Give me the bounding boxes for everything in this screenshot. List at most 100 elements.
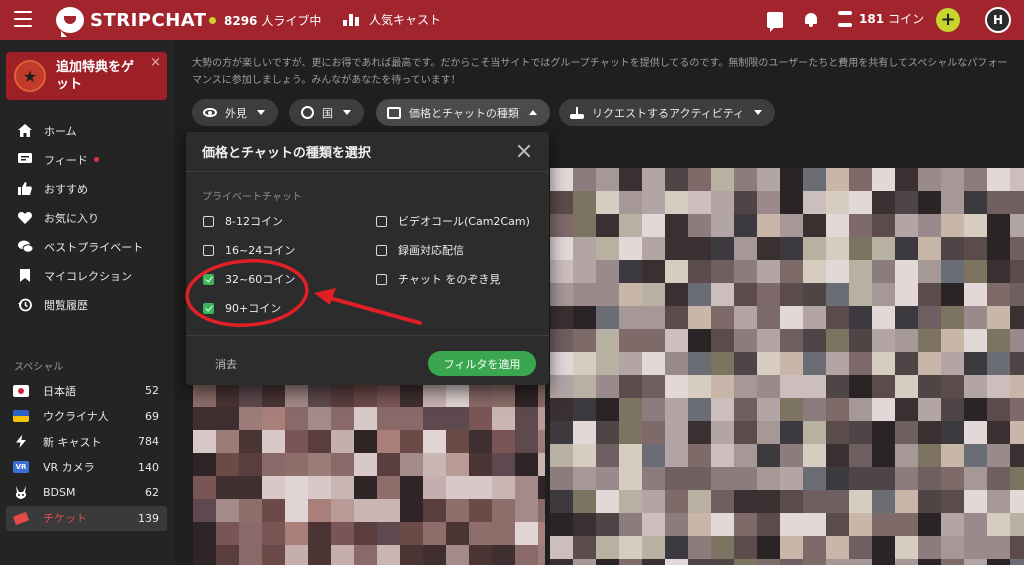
sidebar-item-label: お気に入り: [44, 211, 99, 225]
filter-label: 外見: [225, 106, 247, 120]
new-indicator-icon: [93, 157, 99, 162]
apply-filter-button[interactable]: フィルタを適用: [428, 351, 536, 376]
sidebar-item-label: 日本語: [43, 384, 76, 398]
menu-icon[interactable]: [14, 11, 32, 27]
ticket-icon: [12, 511, 30, 525]
logo-text: STRIPCHAT: [90, 9, 207, 31]
coin-label: コイン: [888, 12, 925, 26]
checkbox[interactable]: [203, 215, 214, 227]
filter-requested-activity[interactable]: リクエストするアクティビティ: [559, 99, 776, 126]
checkbox[interactable]: [376, 273, 387, 285]
bunny-icon: [13, 486, 29, 500]
coin-count: 181: [859, 11, 885, 26]
thumbs-up-icon: [17, 182, 33, 196]
add-coins-button[interactable]: +: [936, 8, 960, 32]
lightning-icon: [13, 435, 29, 449]
chevron-down-icon: [754, 110, 763, 115]
sidebar-item-tickets[interactable]: チケット 139: [6, 505, 167, 531]
filter-appearance[interactable]: 外見: [192, 99, 278, 126]
japan-flag-icon: [13, 384, 29, 397]
history-icon: [17, 298, 33, 312]
special-list: 日本語 52 ウクライナ人 69 新 キャスト 784 VR VR カメラ 14…: [6, 378, 167, 531]
globe-icon: [300, 106, 314, 120]
bell-icon[interactable]: [803, 12, 819, 28]
coins-icon: [838, 10, 852, 27]
coin-balance[interactable]: 181 コイン: [838, 10, 924, 27]
panel-title: 価格とチャットの種類を選択: [186, 132, 549, 172]
popular-casts-link[interactable]: 人気キャスト: [343, 11, 441, 28]
option-label: 90+コイン: [225, 302, 282, 315]
sidebar: ★ 追加特典をゲット × ホーム フィード おすすめ お気に入り ベストプライベ…: [0, 40, 175, 565]
sidebar-item-label: マイコレクション: [44, 269, 132, 283]
sidebar-item-bdsm[interactable]: BDSM 62: [6, 480, 167, 506]
option-label: 16~24コイン: [225, 244, 296, 257]
sidebar-item-count: 69: [145, 409, 159, 423]
clear-button[interactable]: 消去: [215, 356, 237, 372]
option-recordable-stream[interactable]: 録画対応配信: [376, 242, 464, 258]
checkbox[interactable]: [203, 244, 214, 256]
vr-icon: VR: [13, 461, 29, 474]
sidebar-item-history[interactable]: 閲覧履歴: [0, 290, 175, 319]
avatar[interactable]: H: [985, 7, 1011, 33]
checkbox[interactable]: [376, 215, 387, 227]
feed-icon: [17, 153, 33, 167]
sidebar-item-count: 784: [138, 435, 159, 449]
sidebar-item-label: チケット: [43, 512, 87, 526]
option-label: ビデオコール(Cam2Cam): [398, 215, 530, 228]
sidebar-item-vr-camera[interactable]: VR VR カメラ 140: [6, 455, 167, 481]
price-chat-type-panel: 価格とチャットの種類を選択 プライベートチャット 8-12コイン 16~24コイ…: [186, 132, 549, 385]
live-count[interactable]: 8296 人ライブ中: [209, 12, 321, 29]
sidebar-item-label: 新 キャスト: [43, 435, 102, 449]
heart-icon: [17, 211, 33, 225]
filter-country[interactable]: 国: [289, 99, 364, 126]
private-chat-group-label: プライベートチャット: [202, 192, 302, 203]
panel-footer: 消去 フィルタを適用: [186, 335, 549, 385]
chevron-down-icon: [257, 110, 265, 115]
checkbox-checked[interactable]: [203, 273, 214, 285]
promo-banner[interactable]: ★ 追加特典をゲット ×: [6, 52, 167, 100]
promo-text: 追加特典をゲット: [56, 60, 135, 92]
option-spy-chat[interactable]: チャット をのぞき見: [376, 271, 500, 287]
sidebar-item-recommended[interactable]: おすすめ: [0, 174, 175, 203]
sidebar-item-favorites[interactable]: お気に入り: [0, 203, 175, 232]
sidebar-item-label: 閲覧履歴: [44, 298, 88, 312]
option-label: チャット をのぞき見: [398, 273, 501, 286]
sidebar-item-japanese[interactable]: 日本語 52: [6, 378, 167, 404]
filter-label: 価格とチャットの種類: [409, 106, 519, 120]
sidebar-item-best-private[interactable]: ベストプライベート: [0, 232, 175, 261]
sidebar-item-label: ベストプライベート: [44, 240, 144, 254]
star-badge-icon: ★: [14, 60, 46, 92]
checkbox[interactable]: [376, 244, 387, 256]
logo-icon: [56, 7, 84, 37]
sidebar-item-home[interactable]: ホーム: [0, 116, 175, 145]
messages-icon[interactable]: [767, 12, 783, 32]
sidebar-item-label: VR カメラ: [43, 461, 95, 475]
option-label: 録画対応配信: [398, 244, 464, 257]
option-video-call[interactable]: ビデオコール(Cam2Cam): [376, 213, 530, 229]
sidebar-item-feed[interactable]: フィード: [0, 145, 175, 174]
sidebar-item-new-casts[interactable]: 新 キャスト 784: [6, 429, 167, 455]
chevron-up-icon: [528, 110, 537, 115]
close-icon[interactable]: [517, 144, 531, 158]
sidebar-item-ukrainian[interactable]: ウクライナ人 69: [6, 404, 167, 430]
intro-text: 大勢の方が楽しいですが、更にお得であれば最高です。だからこそ当サイトではグループ…: [192, 58, 1008, 86]
price-tag-icon: [387, 106, 401, 120]
sidebar-item-count: 62: [145, 486, 159, 500]
filter-price-chat-type[interactable]: 価格とチャットの種類: [376, 99, 550, 126]
special-section-title: スペシャル: [14, 362, 64, 373]
checkbox-checked[interactable]: [203, 302, 214, 314]
model-thumbnail-grid[interactable]: [550, 168, 1024, 565]
sidebar-item-my-collection[interactable]: マイコレクション: [0, 261, 175, 290]
sidebar-item-label: フィード: [44, 153, 88, 167]
logo[interactable]: STRIPCHAT: [56, 7, 207, 37]
option-32-60-coins[interactable]: 32~60コイン: [203, 271, 295, 287]
option-16-24-coins[interactable]: 16~24コイン: [203, 242, 295, 258]
sidebar-item-label: ウクライナ人: [43, 410, 109, 424]
chat-bubbles-icon: [17, 240, 33, 254]
option-90-plus-coins[interactable]: 90+コイン: [203, 300, 281, 316]
model-thumbnail-grid[interactable]: [193, 384, 545, 565]
popular-casts-label: 人気キャスト: [369, 13, 442, 27]
option-8-12-coins[interactable]: 8-12コイン: [203, 213, 283, 229]
close-icon[interactable]: ×: [150, 55, 161, 70]
home-icon: [17, 124, 33, 138]
